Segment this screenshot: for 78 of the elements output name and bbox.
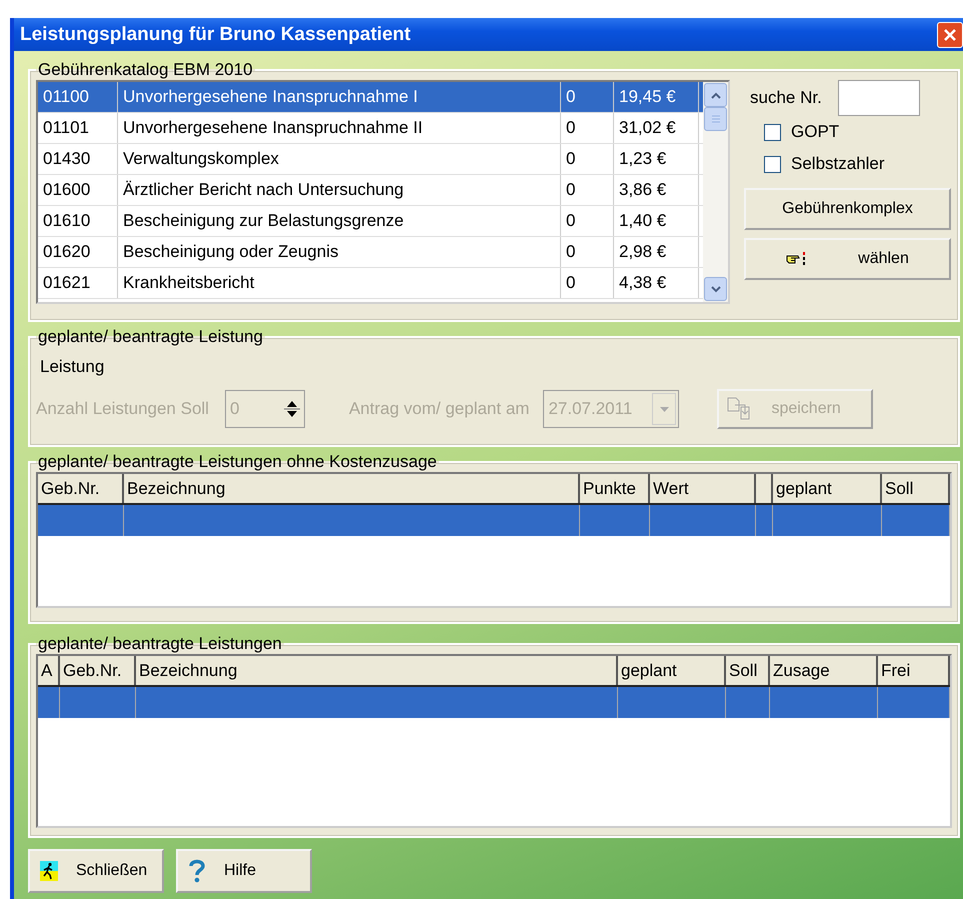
grip-icon	[712, 115, 720, 123]
checkbox-label: Selbstzahler	[791, 154, 885, 174]
points-cell: 0	[561, 206, 614, 236]
column-header[interactable]: Soll	[726, 656, 770, 685]
column-header[interactable]: Zusage	[770, 656, 878, 685]
catalog-row[interactable]: 01100 Unvorhergesehene Inanspruchnahme I 0 19,45 €	[38, 82, 703, 113]
column-header[interactable]: geplant	[773, 474, 882, 503]
catalog-row[interactable]: 01600 Ärztlicher Bericht nach Untersuchung 0 3,86 €	[38, 175, 703, 206]
column-header[interactable]: Bezeichnung	[136, 656, 618, 685]
name-cell: Unvorhergesehene Inanspruchnahme I	[118, 82, 561, 112]
column-header[interactable]: Punkte	[580, 474, 650, 503]
code-cell: 01101	[38, 113, 118, 143]
code-cell: 01621	[38, 268, 118, 298]
value-cell: 2,98 €	[614, 237, 699, 267]
name-cell: Verwaltungskomplex	[118, 144, 561, 174]
service-label: Leistung	[40, 357, 106, 377]
column-header[interactable]: geplant	[618, 656, 726, 685]
name-cell: Bescheinigung zur Belastungsgrenze	[118, 206, 561, 236]
column-header[interactable]: Soll	[882, 474, 950, 503]
checkbox[interactable]	[764, 124, 781, 140]
column-header[interactable]: Frei	[878, 656, 950, 685]
group-title: geplante/ beantragte Leistungen	[37, 634, 283, 654]
value-cell: 19,45 €	[614, 82, 699, 112]
close-dialog-button[interactable]: Schließen	[28, 849, 164, 893]
caret-up-icon	[710, 92, 720, 98]
name-cell: Unvorhergesehene Inanspruchnahme II	[118, 113, 561, 143]
column-header[interactable]: Geb.Nr.	[60, 656, 136, 685]
close-icon	[943, 28, 957, 42]
catalog-row[interactable]: 01101 Unvorhergesehene Inanspruchnahme II 0 31,02 €	[38, 113, 703, 144]
checkbox[interactable]	[764, 156, 781, 172]
value-cell: 31,02 €	[614, 113, 699, 143]
name-cell: Krankheitsbericht	[118, 268, 561, 298]
name-cell: Bescheinigung oder Zeugnis	[118, 237, 561, 267]
value-cell: 4,38 €	[614, 268, 699, 298]
count-label: Anzahl Leistungen Soll	[36, 399, 209, 419]
points-cell: 0	[561, 237, 614, 267]
help-button[interactable]: Hilfe	[176, 849, 312, 893]
catalog-row[interactable]: 01610 Bescheinigung zur Belastungsgrenze 0 1,40 €	[38, 206, 703, 237]
code-cell: 01610	[38, 206, 118, 236]
group-title: Gebührenkatalog EBM 2010	[37, 60, 254, 80]
group-title: geplante/ beantragte Leistung	[37, 327, 264, 347]
value-cell: 1,23 €	[614, 144, 699, 174]
search-label: suche Nr.	[750, 88, 822, 108]
close-button[interactable]	[937, 22, 963, 48]
points-cell: 0	[561, 113, 614, 143]
points-cell: 0	[561, 82, 614, 112]
running-figure-icon	[40, 861, 58, 881]
scrollbar[interactable]	[703, 82, 728, 302]
caret-down-icon	[710, 286, 720, 292]
points-cell: 0	[561, 175, 614, 205]
search-field[interactable]	[838, 80, 920, 116]
select-button[interactable]: wählen	[744, 238, 951, 280]
code-cell: 01430	[38, 144, 118, 174]
name-cell: Ärztlicher Bericht nach Untersuchung	[118, 175, 561, 205]
date-label: Antrag vom/ geplant am	[348, 399, 530, 419]
column-header[interactable]: Bezeichnung	[124, 474, 580, 503]
scroll-up-button[interactable]	[704, 83, 727, 107]
fee-complex-button[interactable]: Gebührenkomplex	[744, 188, 951, 230]
dropdown-arrow-icon	[660, 406, 669, 412]
code-cell: 01100	[38, 82, 118, 112]
catalog-row[interactable]: 01621 Krankheitsbericht 0 4,38 €	[38, 268, 703, 299]
code-cell: 01620	[38, 237, 118, 267]
value-cell: 1,40 €	[614, 206, 699, 236]
code-cell: 01600	[38, 175, 118, 205]
column-header[interactable]: A	[38, 656, 60, 685]
catalog-row[interactable]: 01620 Bescheinigung oder Zeugnis 0 2,98 €	[38, 237, 703, 268]
scroll-down-button[interactable]	[704, 277, 727, 301]
value-cell: 3,86 €	[614, 175, 699, 205]
question-mark-icon	[188, 859, 206, 883]
column-header[interactable]: Wert	[650, 474, 756, 503]
column-header[interactable]: Geb.Nr.	[38, 474, 124, 503]
scroll-thumb[interactable]	[704, 107, 727, 131]
points-cell: 0	[561, 144, 614, 174]
points-cell: 0	[561, 268, 614, 298]
window-title: Leistungsplanung für Bruno Kassenpatient	[20, 24, 411, 46]
catalog-row[interactable]: 01430 Verwaltungskomplex 0 1,23 €	[38, 144, 703, 175]
checkbox-label: GOPT	[791, 122, 840, 142]
group-title: geplante/ beantragte Leistungen ohne Kostenzusage	[37, 452, 438, 472]
